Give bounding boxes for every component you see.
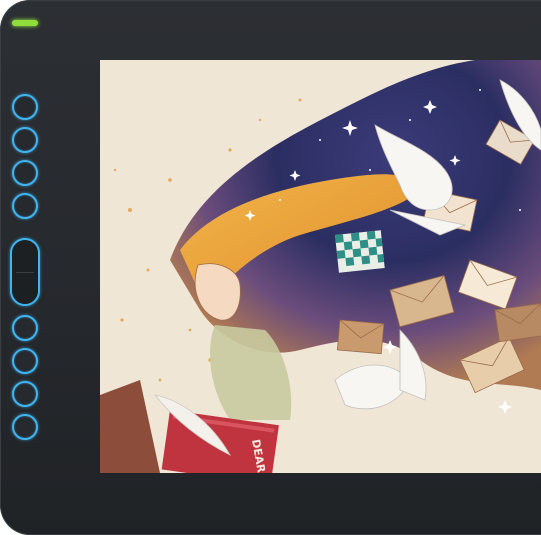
rocker-divider: [16, 272, 34, 273]
checkered-letter: [335, 230, 385, 273]
pen-display-tablet: DEAR: [0, 0, 541, 535]
express-key-2[interactable]: [12, 127, 38, 153]
display-screen[interactable]: DEAR: [100, 60, 541, 473]
express-key-7[interactable]: [12, 381, 38, 407]
express-key-1[interactable]: [12, 94, 38, 120]
express-key-rocker[interactable]: [10, 238, 40, 306]
express-key-8[interactable]: [12, 414, 38, 440]
watercolor-illustration: DEAR: [100, 60, 541, 473]
express-key-4[interactable]: [12, 193, 38, 219]
express-key-6[interactable]: [12, 348, 38, 374]
express-key-3[interactable]: [12, 160, 38, 186]
status-led: [12, 20, 38, 26]
express-key-5[interactable]: [12, 315, 38, 341]
